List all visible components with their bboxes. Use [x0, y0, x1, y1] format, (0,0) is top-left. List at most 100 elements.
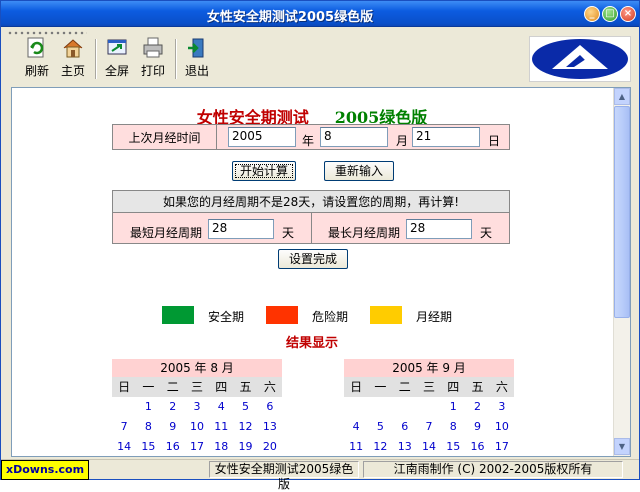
toolbar-grip[interactable] [7, 30, 87, 36]
status-bar: xDowns.com 女性安全期测试2005绿色版 江南雨制作 (C) 2002… [1, 459, 639, 491]
scroll-down-icon: ▼ [618, 442, 626, 451]
weekday: 二 [398, 380, 411, 394]
fullscreen-button[interactable]: 全屏 [99, 37, 135, 81]
toolbar: 刷新 主页 全屏 打印 退出 [13, 37, 523, 81]
max-cycle-input[interactable]: 28 [406, 219, 472, 239]
weekday: 四 [447, 380, 460, 394]
home-icon [63, 39, 83, 58]
day-cell: 9 [169, 420, 177, 433]
settings-done-button[interactable]: 设置完成 [278, 249, 348, 269]
calendar-title: 2005 年 8 月 [112, 359, 282, 377]
fullscreen-icon [107, 39, 127, 55]
day-cell [417, 397, 441, 417]
day-cell: 7 [425, 420, 433, 433]
weekday-header: 日 一 二 三 四 五 六 [344, 377, 514, 397]
month-unit: 月 [396, 134, 409, 148]
year-unit: 年 [302, 134, 315, 148]
printer-icon [143, 37, 163, 58]
exit-label: 退出 [184, 64, 209, 78]
day-cell: 19 [238, 440, 253, 453]
day-cell: 17 [189, 440, 204, 453]
max-cycle-unit: 天 [480, 226, 493, 240]
result-title: 结果显示 [285, 336, 338, 351]
refresh-icon [27, 37, 44, 58]
title-bar[interactable]: 女性安全期测试2005绿色版 _ □ × [1, 1, 639, 27]
month-input[interactable]: 8 [320, 127, 388, 147]
day-cell: 5 [242, 400, 250, 413]
day-cell: 10 [189, 420, 204, 433]
day-cell: 1 [449, 400, 457, 413]
minimize-button[interactable]: _ [584, 6, 600, 22]
day-input[interactable]: 21 [412, 127, 480, 147]
safe-legend-label: 安全期 [208, 310, 245, 324]
day-cell: 12 [373, 440, 388, 453]
calculate-button[interactable]: 开始计算 [232, 161, 296, 181]
period-swatch [370, 306, 402, 324]
app-window: 女性安全期测试2005绿色版 _ □ × 刷新 主页 全屏 打印 退出 女性安全… [0, 0, 640, 491]
weekday: 五 [239, 380, 252, 394]
home-button[interactable]: 主页 [55, 37, 91, 81]
day-cell: 18 [214, 440, 229, 453]
day-cell: 5 [376, 420, 384, 433]
day-cell: 8 [449, 420, 457, 433]
scroll-up-icon: ▲ [618, 92, 626, 101]
day-cell [112, 397, 136, 417]
day-cell: 16 [165, 440, 180, 453]
cycle-notice: 如果您的月经周期不是28天，请设置您的周期，再计算! [112, 190, 510, 213]
toolbar-separator [95, 39, 97, 79]
min-cycle-input[interactable]: 28 [208, 219, 274, 239]
weekday: 五 [471, 380, 484, 394]
day-cell: 13 [397, 440, 412, 453]
weekday: 日 [350, 380, 363, 394]
scroll-thumb[interactable] [614, 106, 630, 318]
close-button[interactable]: × [620, 6, 636, 22]
status-copyright: 江南雨制作 (C) 2002-2005版权所有 [363, 461, 623, 478]
calendar-week: 4 5 6 7 8 9 10 [344, 417, 514, 437]
day-cell: 15 [446, 440, 461, 453]
maximize-button[interactable]: □ [602, 6, 618, 22]
period-legend-label: 月经期 [416, 310, 453, 324]
scroll-down-button[interactable]: ▼ [614, 438, 630, 455]
year-input[interactable]: 2005 [228, 127, 296, 147]
exit-button[interactable]: 退出 [179, 37, 215, 81]
day-cell: 2 [474, 400, 482, 413]
weekday: 四 [215, 380, 228, 394]
weekday: 六 [495, 380, 508, 394]
weekday: 二 [166, 380, 179, 394]
brand-logo-icon [532, 39, 628, 79]
close-icon: × [623, 8, 633, 19]
day-cell: 3 [193, 400, 201, 413]
scroll-up-button[interactable]: ▲ [614, 88, 630, 105]
last-period-label: 上次月经时间 [112, 124, 217, 150]
calendar-title: 2005 年 9 月 [344, 359, 514, 377]
day-cell: 15 [141, 440, 156, 453]
calendar-week: 11 12 13 14 15 16 17 [344, 437, 514, 456]
day-cell: 4 [352, 420, 360, 433]
maximize-icon: □ [605, 8, 615, 19]
day-cell: 13 [262, 420, 277, 433]
print-button[interactable]: 打印 [135, 37, 171, 81]
day-cell [368, 397, 392, 417]
day-cell: 11 [349, 440, 364, 453]
day-cell: 14 [117, 440, 132, 453]
weekday: 一 [374, 380, 387, 394]
calendar-august: 2005 年 8 月 日 一 二 三 四 五 六 1 2 3 4 5 6 7 8… [112, 359, 282, 456]
danger-legend-label: 危险期 [312, 310, 349, 324]
toolbar-separator [175, 39, 177, 79]
weekday: 三 [422, 380, 435, 394]
reset-button[interactable]: 重新输入 [324, 161, 394, 181]
logo [529, 36, 631, 82]
danger-swatch [266, 306, 298, 324]
refresh-button[interactable]: 刷新 [19, 37, 55, 81]
day-cell: 9 [474, 420, 482, 433]
day-cell: 17 [494, 440, 509, 453]
max-cycle-label: 最长月经周期 [328, 226, 401, 240]
vertical-scrollbar[interactable]: ▲ ▼ [613, 88, 630, 456]
weekday: 日 [118, 380, 131, 394]
day-cell: 12 [238, 420, 253, 433]
day-cell: 6 [266, 400, 274, 413]
day-cell [344, 397, 368, 417]
day-cell: 3 [498, 400, 506, 413]
day-cell: 8 [144, 420, 152, 433]
calendar-september: 2005 年 9 月 日 一 二 三 四 五 六 1 2 3 4 5 6 7 8… [344, 359, 514, 456]
